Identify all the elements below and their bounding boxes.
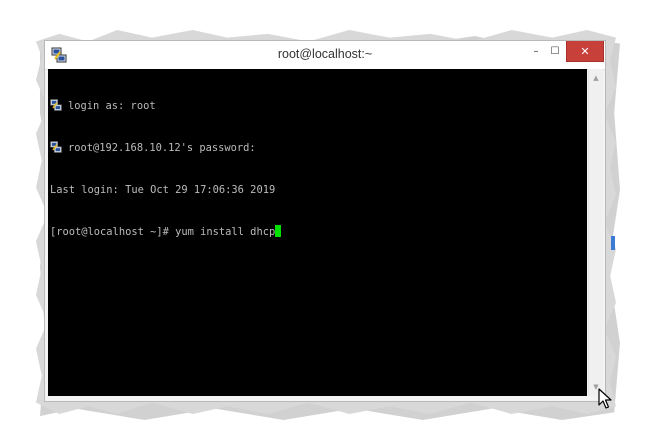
putty-window: root@localhost:~ – ☐ ✕ login as: root ro… xyxy=(44,40,606,402)
terminal-line-text: login as: root xyxy=(68,100,156,112)
minimize-icon: – xyxy=(533,46,539,57)
maximize-icon: ☐ xyxy=(550,46,560,57)
terminal-command-text: [root@localhost ~]# yum install dhcp xyxy=(50,226,276,238)
maximize-button[interactable]: ☐ xyxy=(546,41,564,62)
window-title: root@localhost:~ xyxy=(277,47,373,61)
close-button[interactable]: ✕ xyxy=(566,41,604,62)
terminal-prompt-line: [root@localhost ~]# yum install dhcp xyxy=(50,225,587,239)
terminal-line: login as: root xyxy=(50,99,587,113)
putty-icon xyxy=(50,99,62,111)
terminal-line: Last login: Tue Oct 29 17:06:36 2019 xyxy=(50,183,587,197)
minimize-button[interactable]: – xyxy=(527,41,545,62)
arrow-up-icon: ▲ xyxy=(593,74,599,82)
terminal-line-text: root@192.168.10.12's password: xyxy=(68,142,256,154)
terminal-screen[interactable]: login as: root root@192.168.10.12's pass… xyxy=(48,69,587,396)
terminal-line-text: Last login: Tue Oct 29 17:06:36 2019 xyxy=(50,184,276,196)
close-icon: ✕ xyxy=(580,44,590,58)
mouse-pointer-icon xyxy=(598,388,612,409)
terminal-line: root@192.168.10.12's password: xyxy=(50,141,587,155)
vertical-scrollbar[interactable]: ▲ ▼ xyxy=(588,69,603,396)
putty-icon xyxy=(50,141,62,153)
title-bar[interactable]: root@localhost:~ – ☐ ✕ xyxy=(45,41,605,70)
terminal-cursor xyxy=(275,225,282,237)
scroll-up-arrow[interactable]: ▲ xyxy=(589,71,603,85)
background-window-sliver xyxy=(611,236,615,250)
